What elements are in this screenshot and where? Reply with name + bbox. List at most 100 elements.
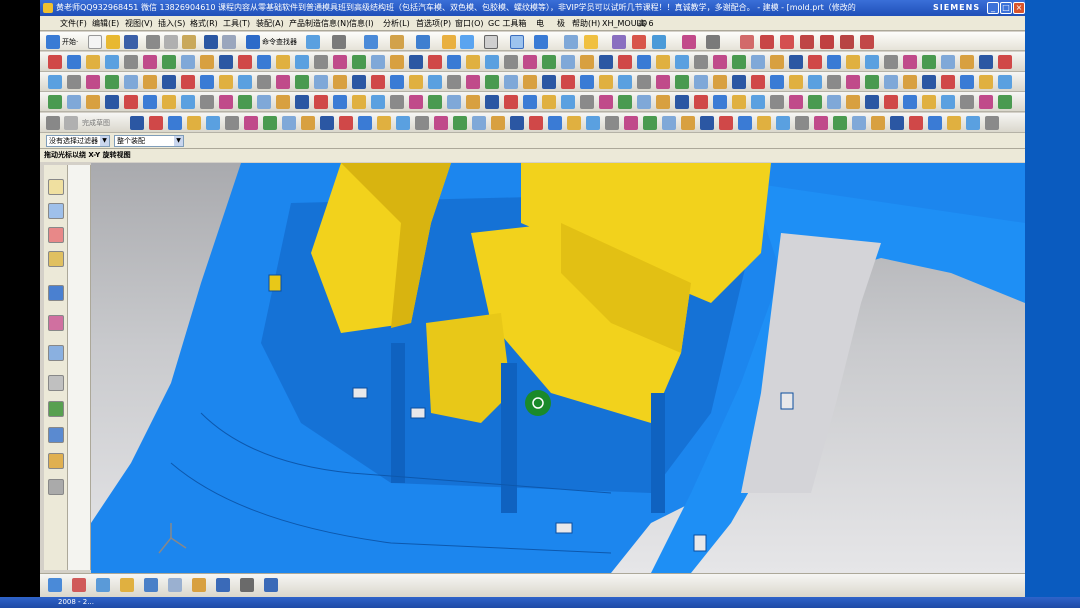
model-view[interactable]: [91, 163, 1025, 573]
tool-icon[interactable]: [700, 116, 714, 130]
tool-icon[interactable]: [732, 95, 746, 109]
tool-icon[interactable]: [162, 95, 176, 109]
tool-icon[interactable]: [320, 116, 334, 130]
tool-icon[interactable]: [852, 116, 866, 130]
menu-tools[interactable]: 工具(T): [223, 16, 250, 31]
tool-icon[interactable]: [561, 95, 575, 109]
tool-icon[interactable]: [276, 55, 290, 69]
tool-icon[interactable]: [447, 55, 461, 69]
tool-icon[interactable]: [561, 75, 575, 89]
tool-icon[interactable]: [428, 55, 442, 69]
tool-icon[interactable]: [295, 95, 309, 109]
tool-icon[interactable]: [485, 75, 499, 89]
corner-icon[interactable]: [800, 35, 814, 49]
tool-icon[interactable]: [257, 75, 271, 89]
sketch-icon[interactable]: [46, 116, 60, 130]
menu-extra[interactable]: 高 6: [638, 16, 654, 31]
tool-icon[interactable]: [219, 75, 233, 89]
shaded-icon[interactable]: [416, 35, 430, 49]
tool-icon[interactable]: [776, 116, 790, 130]
select-icon[interactable]: [332, 35, 346, 49]
tool-icon[interactable]: [675, 75, 689, 89]
curve-analysis-icon[interactable]: [682, 35, 696, 49]
tool-icon[interactable]: [542, 75, 556, 89]
measure-icon[interactable]: [632, 35, 646, 49]
selection-filter-select[interactable]: 没有选择过滤器 ▼: [46, 135, 110, 147]
constraint-navigator-icon[interactable]: [48, 227, 64, 243]
redo-icon[interactable]: [222, 35, 236, 49]
undo-icon[interactable]: [204, 35, 218, 49]
tool-icon[interactable]: [358, 116, 372, 130]
tool-icon[interactable]: [257, 55, 271, 69]
body-icon[interactable]: [144, 578, 158, 592]
tool-icon[interactable]: [67, 75, 81, 89]
tool-icon[interactable]: [618, 55, 632, 69]
paste-icon[interactable]: [182, 35, 196, 49]
tool-icon[interactable]: [257, 95, 271, 109]
tool-icon[interactable]: [542, 95, 556, 109]
tool-icon[interactable]: [447, 95, 461, 109]
tool-icon[interactable]: [827, 75, 841, 89]
tool-icon[interactable]: [314, 55, 328, 69]
tool-icon[interactable]: [694, 75, 708, 89]
menu-analysis[interactable]: 分析(L): [383, 16, 410, 31]
tool-icon[interactable]: [523, 75, 537, 89]
tool-icon[interactable]: [238, 55, 252, 69]
cut-icon[interactable]: [146, 35, 160, 49]
tool-icon[interactable]: [605, 116, 619, 130]
assembly-navigator-icon[interactable]: [48, 203, 64, 219]
tool-icon[interactable]: [580, 75, 594, 89]
tool-icon[interactable]: [485, 55, 499, 69]
tool-icon[interactable]: [586, 116, 600, 130]
tool-icon[interactable]: [979, 95, 993, 109]
tool-icon[interactable]: [998, 95, 1012, 109]
clock-icon[interactable]: [48, 345, 64, 361]
menu-window[interactable]: 窗口(O): [455, 16, 484, 31]
graphics-window[interactable]: [91, 163, 1025, 573]
tool-icon[interactable]: [238, 75, 252, 89]
tool-icon[interactable]: [751, 55, 765, 69]
tool-icon[interactable]: [789, 55, 803, 69]
tool-icon[interactable]: [491, 116, 505, 130]
tool-icon[interactable]: [846, 75, 860, 89]
menu-electrode[interactable]: 电: [536, 16, 544, 31]
tool-icon[interactable]: [618, 95, 632, 109]
tool-icon[interactable]: [472, 116, 486, 130]
tool-icon[interactable]: [637, 95, 651, 109]
menu-preferences[interactable]: 首选项(P): [416, 16, 451, 31]
trim-curve-icon[interactable]: [860, 35, 874, 49]
tool-icon[interactable]: [428, 75, 442, 89]
tool-icon[interactable]: [396, 116, 410, 130]
tool-icon[interactable]: [922, 75, 936, 89]
finish-sketch-button[interactable]: 完成草图: [82, 117, 110, 129]
font-icon[interactable]: [264, 578, 278, 592]
tool-icon[interactable]: [124, 55, 138, 69]
finish-sketch-icon[interactable]: [64, 116, 78, 130]
close-button[interactable]: ×: [1013, 2, 1025, 14]
tool-icon[interactable]: [884, 55, 898, 69]
menu-pmi[interactable]: 产品制造信息(N): [289, 16, 349, 31]
wcs-icon[interactable]: [510, 35, 524, 49]
tool-icon[interactable]: [206, 116, 220, 130]
tool-icon[interactable]: [143, 75, 157, 89]
tool-icon[interactable]: [770, 95, 784, 109]
maximize-button[interactable]: □: [1000, 2, 1012, 14]
tool-icon[interactable]: [827, 55, 841, 69]
tool-icon[interactable]: [504, 95, 518, 109]
roles-icon[interactable]: [48, 453, 64, 469]
menu-format[interactable]: 格式(R): [190, 16, 218, 31]
menu-view[interactable]: 视图(V): [125, 16, 153, 31]
tool-icon[interactable]: [415, 116, 429, 130]
manufacturing-wizard-icon[interactable]: [48, 427, 64, 443]
tool-icon[interactable]: [504, 75, 518, 89]
tool-icon[interactable]: [580, 95, 594, 109]
tool-icon[interactable]: [732, 55, 746, 69]
tool-icon[interactable]: [86, 75, 100, 89]
tool-icon[interactable]: [580, 55, 594, 69]
tool-icon[interactable]: [181, 55, 195, 69]
tool-icon[interactable]: [732, 75, 746, 89]
tool-icon[interactable]: [694, 55, 708, 69]
tool-icon[interactable]: [599, 55, 613, 69]
tool-icon[interactable]: [662, 116, 676, 130]
menu-information[interactable]: 信息(I): [349, 16, 374, 31]
